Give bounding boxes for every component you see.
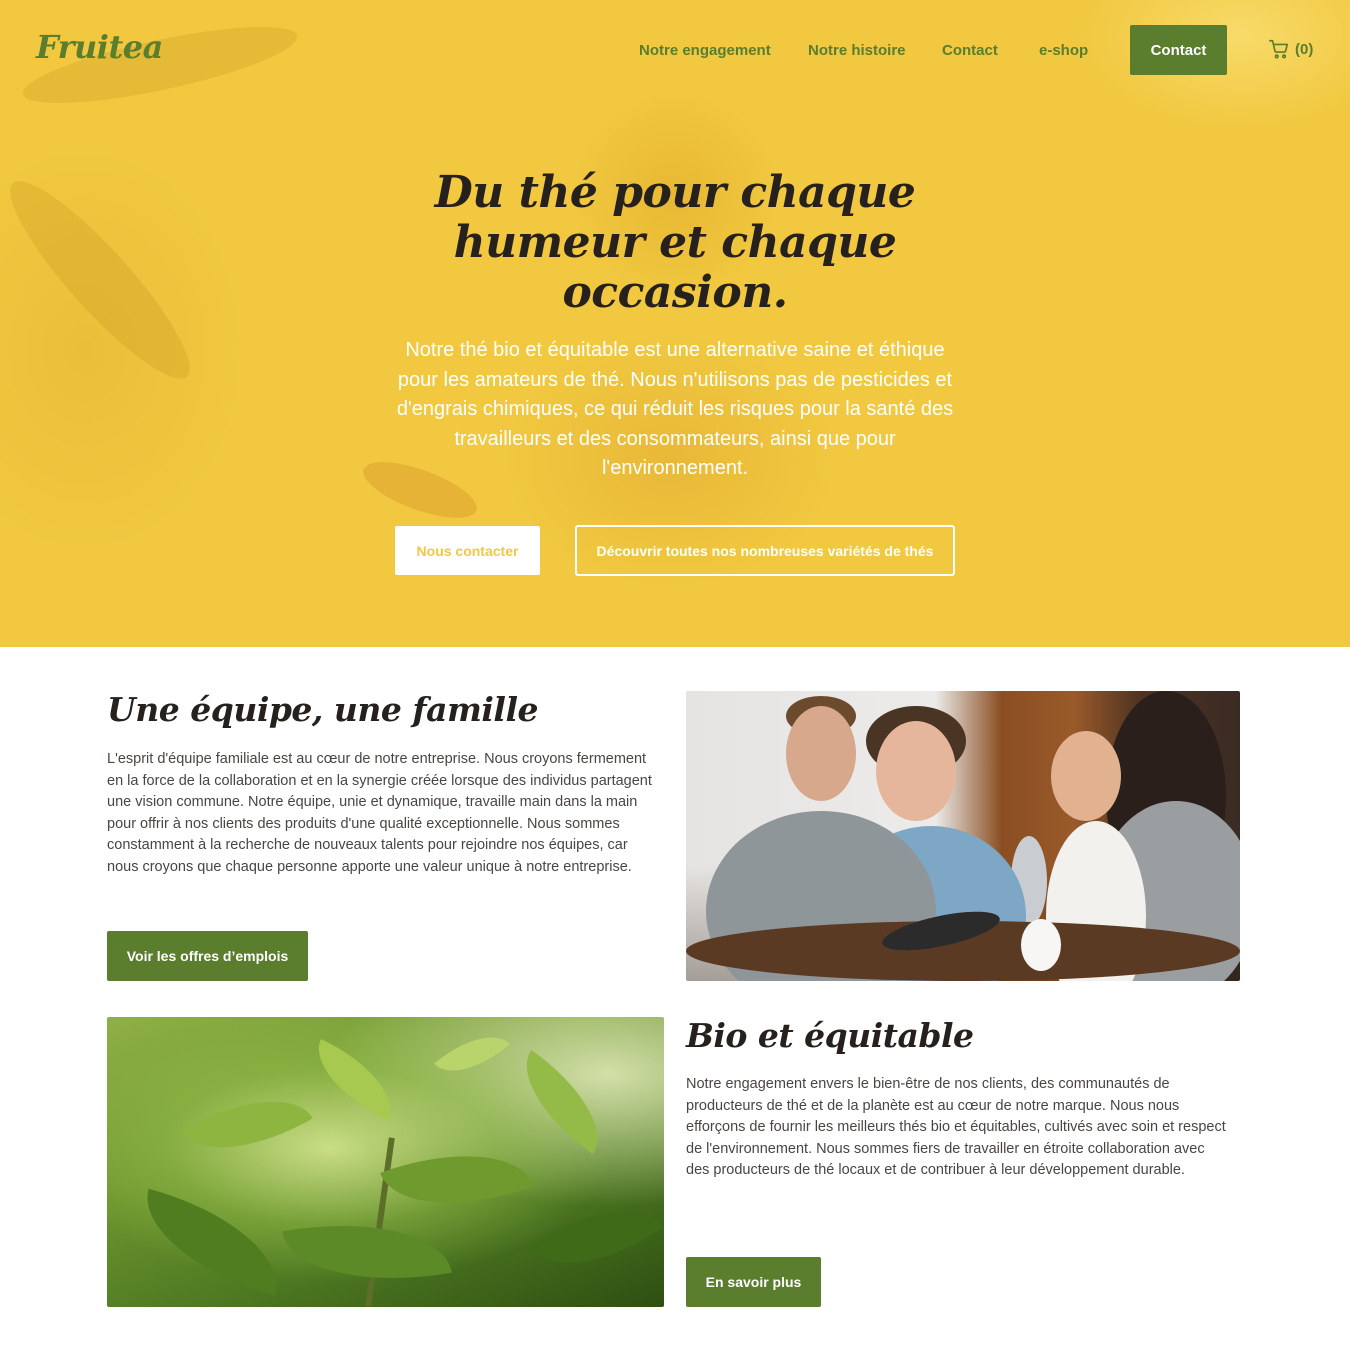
photo-person [876,721,956,821]
photo-leaf [130,1188,294,1296]
hero-text: Notre thé bio et équitable est une alter… [396,339,954,479]
hero-title: Du thé pour chaque humeur et chaque occa… [434,167,916,318]
photo-person [786,706,856,801]
nav-link-contact[interactable]: Contact [942,42,998,59]
cart-icon [1269,39,1289,59]
photo-leaf [502,1049,622,1155]
team-section-title: Une équipe, une famille [107,690,538,729]
cart-button[interactable]: (0) [1268,38,1313,60]
photo-leaf [301,1039,408,1120]
photo-cup [1021,919,1061,971]
learn-more-button[interactable]: En savoir plus [686,1257,821,1307]
tea-plant-photo [107,1017,664,1307]
contact-us-button[interactable]: Nous contacter [395,526,540,575]
discover-teas-button[interactable]: Découvrir toutes nos nombreuses variétés… [575,525,955,576]
nav-link-engagement[interactable]: Notre engagement [639,42,771,59]
team-photo [686,691,1240,981]
photo-leaf [380,1125,534,1234]
bio-section-title: Bio et équitable [686,1016,974,1055]
cart-count: (0) [1295,40,1314,58]
photo-leaf [181,1070,313,1179]
hero-background-leaf [0,163,210,397]
nav-link-histoire[interactable]: Notre histoire [808,42,906,59]
photo-stem [365,1137,395,1307]
job-offers-button[interactable]: Voir les offres d’emplois [107,931,308,981]
contact-button[interactable]: Contact [1130,25,1227,75]
photo-leaf [434,1018,510,1090]
bio-section-text: Notre engagement envers le bien-être de … [686,1076,1226,1178]
nav-link-eshop[interactable]: e-shop [1039,42,1088,59]
hero-section: Fruitea Notre engagement Notre histoire … [0,0,1350,647]
photo-person [1051,731,1121,821]
team-section-text: L'esprit d'équipe familiale est au cœur … [107,751,652,875]
logo[interactable]: Fruitea [36,28,163,66]
photo-leaf [530,1178,664,1296]
